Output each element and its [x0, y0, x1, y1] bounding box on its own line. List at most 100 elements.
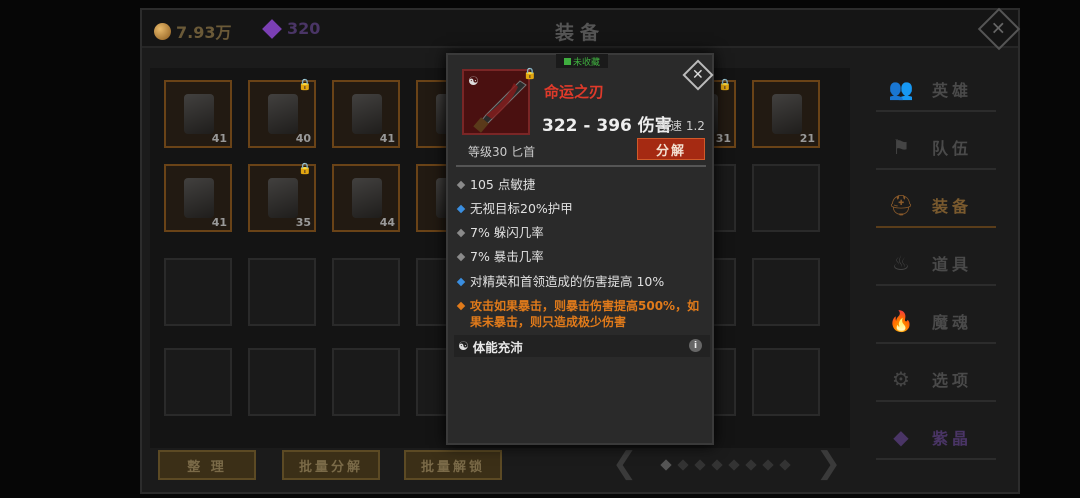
- lock-icon[interactable]: 🔒: [298, 78, 312, 91]
- page-dot[interactable]: [677, 459, 689, 471]
- sidebar-item-label: 魔魂: [932, 313, 973, 332]
- sidebar-item-label: 道具: [932, 255, 973, 274]
- diamond-bullet-icon: [456, 252, 466, 262]
- diamond-bullet-icon: [456, 301, 466, 311]
- item-level-count: 35: [295, 216, 311, 229]
- item-level-count: 31: [715, 132, 731, 145]
- perk-name: 体能充沛: [472, 339, 523, 355]
- stat-line: 无视目标20%护甲: [456, 201, 708, 217]
- page-indicator: ❮ ❯: [610, 446, 846, 482]
- inventory-slot[interactable]: 40 🔒: [248, 78, 316, 148]
- sidebar-item-label: 英雄: [932, 81, 973, 100]
- game-screen: 7.93万 320 装备 ✕ 41 40 🔒 41 31 🔒 21 41 35 🔒 44 整 理 批…: [0, 0, 1080, 498]
- item-level-type: 等级30 匕首: [468, 145, 536, 159]
- equipment-icon: [772, 94, 802, 134]
- damage-range: 322 - 396 伤害: [542, 116, 672, 136]
- batch-dismantle-button[interactable]: 批量分解: [282, 450, 380, 480]
- sidebar-item-1[interactable]: ⚑ 队伍: [876, 126, 996, 170]
- page-dot[interactable]: [694, 459, 706, 471]
- dismantle-button[interactable]: 分解: [637, 138, 705, 160]
- divider: [456, 165, 706, 167]
- diamond-bullet-icon: [456, 180, 466, 190]
- batch-unlock-button[interactable]: 批量解锁: [404, 450, 502, 480]
- page-dot[interactable]: [711, 459, 723, 471]
- equipment-icon: [184, 94, 214, 134]
- inventory-slot[interactable]: 44: [332, 164, 400, 232]
- empty-slot[interactable]: [752, 258, 820, 326]
- sidebar-item-0[interactable]: 👥 英雄: [876, 68, 996, 112]
- page-dot[interactable]: [728, 459, 740, 471]
- item-level-count: 21: [799, 132, 815, 145]
- close-icon: ✕: [692, 66, 704, 83]
- stat-line: 攻击如果暴击，则暴击伤害提高500%，如果未暴击，则只造成极少伤害: [456, 298, 708, 330]
- equipment-icon: [352, 178, 382, 218]
- screen-title: 装备: [554, 22, 605, 44]
- sidebar-nav: 👥 英雄 ⚑ 队伍 ⛑ 装备 ♨ 道具 🔥 魔魂 ⚙ 选项 ◆ 紫晶: [872, 68, 1012, 478]
- diamond-bullet-icon: [456, 277, 466, 287]
- info-icon[interactable]: i: [689, 339, 702, 352]
- bag-icon: ♨: [892, 251, 910, 275]
- diamond-bullet-icon: [456, 228, 466, 238]
- empty-slot[interactable]: [248, 258, 316, 326]
- sort-button[interactable]: 整 理: [158, 450, 256, 480]
- item-level-count: 41: [379, 132, 395, 145]
- sidebar-item-4[interactable]: 🔥 魔魂: [876, 300, 996, 344]
- tooltip-close-button[interactable]: ✕: [682, 59, 714, 91]
- empty-slot[interactable]: [248, 348, 316, 416]
- flag-icon: ⚑: [892, 135, 910, 159]
- page-dot[interactable]: [660, 459, 672, 471]
- empty-slot[interactable]: [332, 348, 400, 416]
- inventory-slot[interactable]: 41: [164, 80, 232, 148]
- item-level-count: 41: [211, 132, 227, 145]
- empty-slot[interactable]: [332, 258, 400, 326]
- stat-text: 无视目标20%护甲: [470, 201, 573, 216]
- item-name: 命运之刃: [544, 83, 605, 101]
- prev-page-arrow-icon[interactable]: ❮: [612, 446, 637, 481]
- sidebar-item-5[interactable]: ⚙ 选项: [876, 358, 996, 402]
- crystal-icon: ◆: [893, 425, 909, 449]
- equipment-icon: [268, 94, 298, 134]
- sidebar-item-label: 队伍: [932, 139, 973, 158]
- equipment-icon: [268, 178, 298, 218]
- helmet-icon: ⛑: [888, 193, 914, 217]
- empty-slot[interactable]: [164, 348, 232, 416]
- yin-yang-icon: ☯: [458, 339, 469, 353]
- empty-slot[interactable]: [752, 348, 820, 416]
- attack-speed: 攻速 1.2: [658, 119, 705, 133]
- page-dot[interactable]: [762, 459, 774, 471]
- sidebar-item-label: 选项: [932, 371, 973, 390]
- perk-row[interactable]: ☯ 体能充沛 i: [454, 335, 710, 357]
- stat-text: 攻击如果暴击，则暴击伤害提高500%，如果未暴击，则只造成极少伤害: [470, 299, 700, 329]
- stat-line: 7% 暴击几率: [456, 249, 708, 265]
- lock-icon[interactable]: 🔒: [298, 162, 312, 175]
- inventory-slot[interactable]: 41: [332, 80, 400, 148]
- empty-slot[interactable]: [164, 258, 232, 326]
- sidebar-item-2[interactable]: ⛑ 装备: [876, 184, 996, 228]
- stat-text: 对精英和首领造成的伤害提高 10%: [470, 274, 665, 289]
- lock-icon[interactable]: 🔒: [718, 78, 732, 91]
- inventory-slot[interactable]: 35 🔒: [248, 162, 316, 232]
- equipment-icon: [352, 94, 382, 134]
- page-dot[interactable]: [745, 459, 757, 471]
- item-tooltip: 未收藏 ☯ 🔒 命运之刃 322 - 396 伤害 攻速 1.2 等级30 匕首…: [446, 53, 714, 445]
- sidebar-item-label: 装备: [932, 197, 973, 216]
- collection-status-text: 未收藏: [572, 57, 600, 68]
- hero-icon: 👥: [888, 77, 914, 101]
- empty-slot[interactable]: [752, 164, 820, 232]
- page-dot[interactable]: [779, 459, 791, 471]
- stat-line: 对精英和首领造成的伤害提高 10%: [456, 274, 708, 290]
- gear-icon: ⚙: [892, 367, 910, 391]
- sidebar-item-3[interactable]: ♨ 道具: [876, 242, 996, 286]
- top-bar: 7.93万 320 装备 ✕: [142, 7, 1021, 51]
- diamond-bullet-icon: [456, 204, 466, 214]
- item-level-count: 40: [295, 132, 311, 145]
- next-page-arrow-icon[interactable]: ❯: [816, 446, 841, 481]
- dagger-icon: [473, 80, 527, 133]
- item-level-count: 44: [379, 216, 395, 229]
- sidebar-item-6[interactable]: ◆ 紫晶: [876, 416, 996, 460]
- close-icon: ✕: [991, 18, 1007, 40]
- flame-icon: 🔥: [888, 309, 914, 333]
- inventory-slot[interactable]: 21: [752, 80, 820, 148]
- equipment-icon: [184, 178, 214, 218]
- inventory-slot[interactable]: 41: [164, 164, 232, 232]
